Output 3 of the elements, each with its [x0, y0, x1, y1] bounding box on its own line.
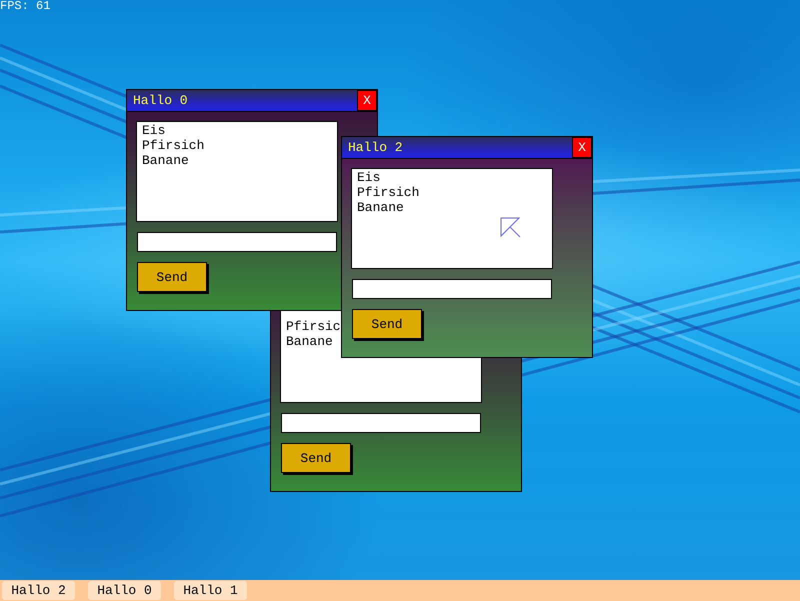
- window-title: Hallo 2: [347, 140, 403, 155]
- window-title: Hallo 0: [132, 93, 188, 108]
- fps-counter: FPS: 61: [0, 0, 50, 13]
